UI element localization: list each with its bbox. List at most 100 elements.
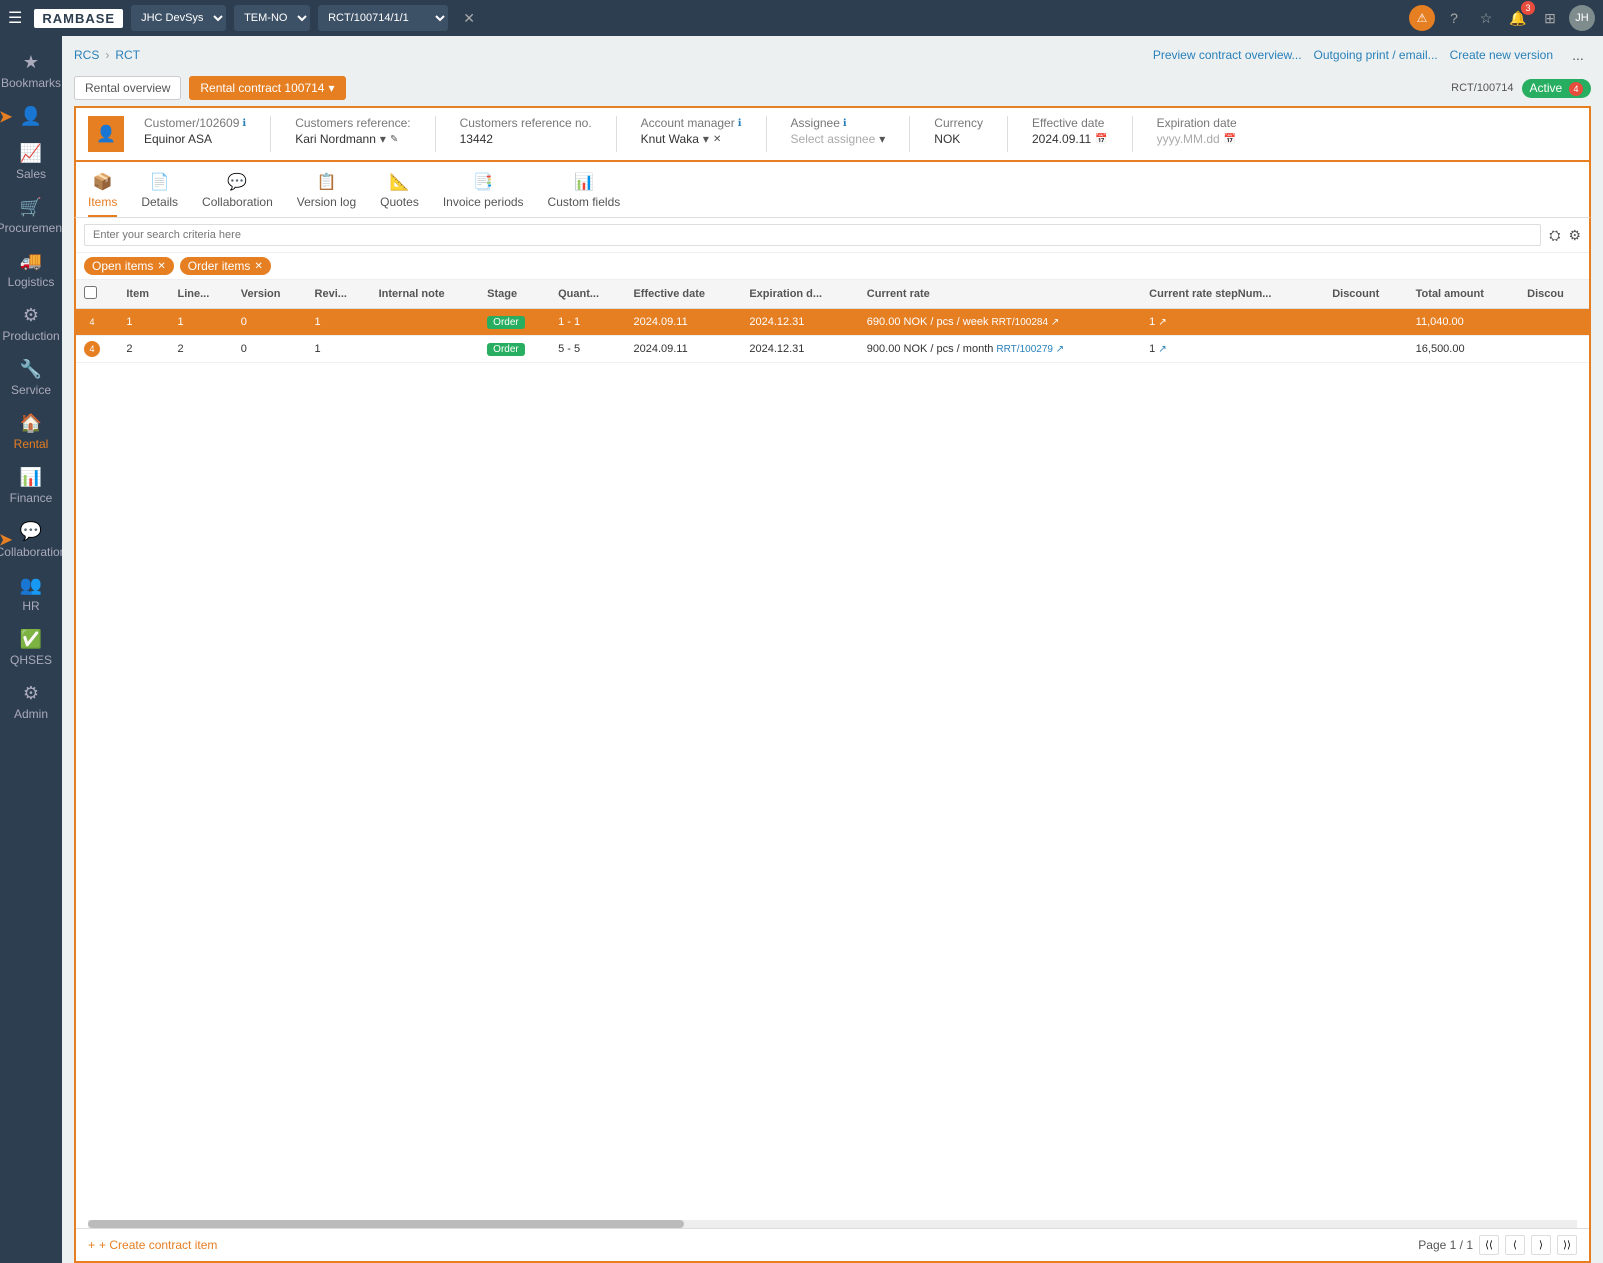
customer-icon: 👤 [88,116,124,152]
status-badge: Active 4 [1522,79,1591,98]
print-link[interactable]: Outgoing print / email... [1314,48,1438,62]
col-quantity[interactable]: Quant... [550,280,625,309]
sidebar-item-sales[interactable]: 📈 Sales [0,135,62,189]
reference-edit-icon[interactable]: ✎ [390,134,398,145]
col-internal-note[interactable]: Internal note [371,280,480,309]
effective-date-calendar-icon[interactable]: 📅 [1095,134,1107,145]
row-badge: 4 [84,314,100,330]
tab-rental-overview[interactable]: Rental overview [74,76,181,100]
company-dropdown[interactable]: JHC DevSys [131,5,226,31]
sidebar-item-qhses[interactable]: ✅ QHSES [0,621,62,675]
tab-items[interactable]: 📦 Items [88,168,117,217]
sidebar-item-logistics[interactable]: 🚚 Logistics [0,243,62,297]
tab-quotes[interactable]: 📐 Quotes [380,168,419,217]
row1-effective-date: 2024.09.11 [625,309,741,336]
preview-contract-link[interactable]: Preview contract overview... [1153,48,1302,62]
table-row[interactable]: 4 2 2 0 1 Order 5 - 5 2024.09.11 2024.12… [76,336,1589,363]
settings-icon-btn[interactable]: ⚙ [1568,227,1581,244]
row1-expiration-date: 2024.12.31 [741,309,858,336]
tab-rental-contract[interactable]: Rental contract 100714 ▾ [189,76,345,100]
filter-tag-open-items[interactable]: Open items ✕ [84,257,174,275]
document-ref-dropdown[interactable]: RCT/100714/1/1 [318,5,448,31]
sidebar-item-service[interactable]: 🔧 Service [0,351,62,405]
environment-dropdown[interactable]: TEM-NO [234,5,310,31]
tab-custom-fields[interactable]: 📊 Custom fields [548,168,621,217]
menu-icon[interactable]: ☰ [8,8,22,28]
select-all-checkbox[interactable] [84,286,97,299]
avatar[interactable]: JH [1569,5,1595,31]
filter-tag-order-items[interactable]: Order items ✕ [180,257,271,275]
rate-link-icon[interactable]: RRT/100284 ↗ [992,317,1060,328]
row1-item: 1 [118,309,169,336]
currency-field: Currency NOK [934,116,983,146]
production-icon: ⚙ [23,305,39,326]
rate-link-icon[interactable]: RRT/100279 ↗ [996,344,1064,355]
star-icon[interactable]: ☆ [1473,5,1499,31]
account-manager-dropdown-icon[interactable]: ▾ [703,132,709,146]
account-manager-info-icon[interactable]: ℹ [738,118,742,129]
account-manager-clear-icon[interactable]: ✕ [713,134,721,145]
first-page-btn[interactable]: ⟨⟨ [1479,1235,1499,1255]
create-version-link[interactable]: Create new version [1450,48,1553,62]
reference-dropdown-icon[interactable]: ▾ [380,132,386,146]
sidebar-item-production[interactable]: ⚙ Production [0,297,62,351]
step-link-icon[interactable]: ↗ [1158,344,1166,355]
create-contract-item-link[interactable]: + + Create contract item [88,1238,217,1252]
col-stage[interactable]: Stage [479,280,550,309]
notifications-icon[interactable]: 🔔 3 [1505,5,1531,31]
grid-icon[interactable]: ⊞ [1537,5,1563,31]
sidebar: ★ Bookmarks ➤ 👤 📈 Sales 🛒 Procurement 🚚 … [0,36,62,1263]
search-input[interactable] [84,224,1541,246]
remove-filter-order-items[interactable]: ✕ [254,261,262,272]
col-item[interactable]: Item [118,280,169,309]
help-icon[interactable]: ? [1441,5,1467,31]
col-expiration-date[interactable]: Expiration d... [741,280,858,309]
row2-line: 2 [169,336,232,363]
tab-invoice-periods[interactable]: 📑 Invoice periods [443,168,524,217]
sidebar-item-admin[interactable]: ⚙ Admin [0,675,62,729]
tab-version-log[interactable]: 📋 Version log [297,168,356,217]
tab-collaboration[interactable]: 💬 Collaboration [202,168,273,217]
tab-dropdown-arrow[interactable]: ▾ [328,81,334,95]
tab-details[interactable]: 📄 Details [141,168,178,217]
close-tab-btn[interactable]: ✕ [456,5,482,31]
plus-icon: + [88,1238,95,1252]
prev-page-btn[interactable]: ⟨ [1505,1235,1525,1255]
col-rate-step[interactable]: Current rate stepNum... [1141,280,1324,309]
col-discount[interactable]: Discount [1324,280,1407,309]
next-page-btn[interactable]: ⟩ [1531,1235,1551,1255]
col-version[interactable]: Version [233,280,307,309]
col-total-amount[interactable]: Total amount [1408,280,1520,309]
sidebar-item-hr[interactable]: 👥 HR [0,567,62,621]
col-revision[interactable]: Revi... [307,280,371,309]
scrollbar-thumb[interactable] [88,1220,684,1228]
step-link-icon[interactable]: ↗ [1158,317,1166,328]
custom-fields-tab-icon: 📊 [574,172,594,192]
last-page-btn[interactable]: ⟩⟩ [1557,1235,1577,1255]
version-log-tab-icon: 📋 [316,172,336,192]
sidebar-item-user[interactable]: ➤ 👤 [0,98,62,135]
assignee-dropdown-icon[interactable]: ▾ [879,132,885,146]
alert-icon[interactable]: ⚠ [1409,5,1435,31]
row2-total-amount: 16,500.00 [1408,336,1520,363]
sidebar-item-bookmarks[interactable]: ★ Bookmarks [0,44,62,98]
col-effective-date[interactable]: Effective date [625,280,741,309]
customer-info-icon[interactable]: ℹ [242,118,246,129]
horizontal-scrollbar[interactable] [88,1220,1577,1228]
sidebar-item-rental[interactable]: 🏠 Rental [0,405,62,459]
breadcrumb-rcs[interactable]: RCS [74,48,99,62]
sidebar-item-collaboration[interactable]: ➤ 💬 Collaboration [0,513,62,567]
sidebar-item-finance[interactable]: 📊 Finance [0,459,62,513]
expiration-date-calendar-icon[interactable]: 📅 [1224,134,1236,145]
breadcrumb-rct[interactable]: RCT [115,48,140,62]
col-current-rate[interactable]: Current rate [859,280,1141,309]
table-row[interactable]: 4 1 1 0 1 Order 1 - 1 2024.09.11 2024.12… [76,309,1589,336]
sidebar-item-procurement[interactable]: 🛒 Procurement [0,189,62,243]
remove-filter-open-items[interactable]: ✕ [157,261,165,272]
assignee-info-icon[interactable]: ℹ [843,118,847,129]
more-actions-btn[interactable]: ... [1565,42,1591,68]
col-line[interactable]: Line... [169,280,232,309]
col-discount2[interactable]: Discou [1519,280,1589,309]
filter-icon-btn[interactable]: ⛭ [1549,227,1560,244]
sidebar-item-label: Procurement [0,221,62,235]
